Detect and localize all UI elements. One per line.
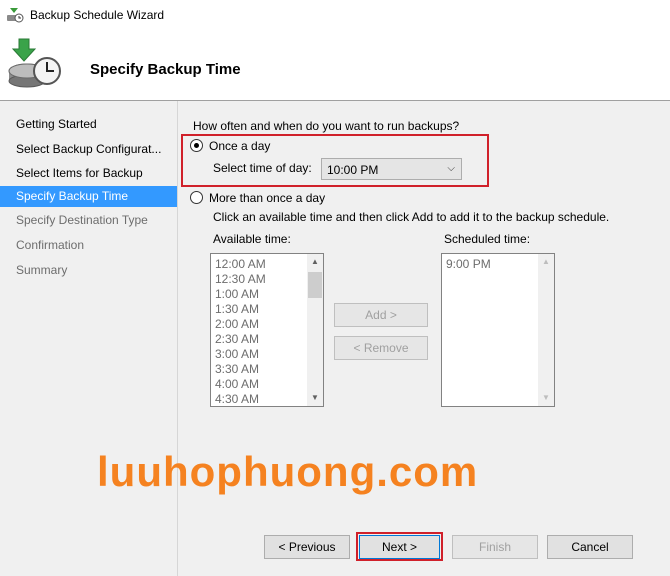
- scheduled-scrollbar: ▲ ▼: [538, 254, 554, 406]
- schedule-instructions: Click an available time and then click A…: [213, 210, 610, 224]
- available-scrollbar[interactable]: ▲ ▼: [307, 254, 323, 406]
- more-than-once-radio[interactable]: [190, 191, 203, 204]
- page-title: Specify Backup Time: [90, 61, 241, 78]
- once-a-day-label[interactable]: Once a day: [209, 139, 270, 153]
- step-specify-destination-type: Specify Destination Type: [16, 213, 148, 227]
- next-button[interactable]: Next >: [359, 535, 440, 559]
- time-of-day-dropdown[interactable]: 10:00 PM ⌵: [321, 158, 462, 180]
- time-of-day-value: 10:00 PM: [327, 163, 379, 177]
- scroll-down-icon: ▼: [542, 393, 550, 402]
- scroll-up-icon[interactable]: ▲: [307, 254, 323, 270]
- wizard-steps-sidebar: Getting Started Select Backup Configurat…: [0, 101, 178, 576]
- list-item[interactable]: 9:00 PM: [446, 257, 491, 271]
- list-item[interactable]: 4:00 AM: [215, 377, 259, 391]
- scheduled-time-label: Scheduled time:: [444, 232, 531, 246]
- list-item[interactable]: 3:30 AM: [215, 362, 259, 376]
- step-select-items-for-backup[interactable]: Select Items for Backup: [0, 163, 177, 184]
- title-bar: Backup Schedule Wizard: [0, 0, 670, 30]
- radio-selected-dot: [194, 143, 199, 148]
- remove-button[interactable]: < Remove: [334, 336, 428, 360]
- step-getting-started[interactable]: Getting Started: [0, 114, 177, 135]
- watermark-text: luuhophuong.com: [97, 448, 479, 495]
- available-time-list[interactable]: 12:00 AM 12:30 AM 1:00 AM 1:30 AM 2:00 A…: [210, 253, 324, 407]
- scroll-down-icon[interactable]: ▼: [307, 390, 323, 406]
- step-specify-backup-time[interactable]: Specify Backup Time: [0, 186, 177, 207]
- scroll-up-icon: ▲: [542, 257, 550, 266]
- step-summary: Summary: [16, 263, 68, 277]
- finish-button[interactable]: Finish: [452, 535, 538, 559]
- frequency-question: How often and when do you want to run ba…: [193, 119, 460, 133]
- list-item[interactable]: 2:00 AM: [215, 317, 259, 331]
- window-title: Backup Schedule Wizard: [30, 8, 165, 22]
- once-a-day-radio[interactable]: [190, 139, 203, 152]
- backup-wizard-icon: [7, 8, 24, 23]
- scheduled-time-list[interactable]: 9:00 PM ▲ ▼: [441, 253, 555, 407]
- scrollbar-thumb[interactable]: [308, 272, 322, 298]
- step-confirmation: Confirmation: [16, 238, 85, 252]
- list-item[interactable]: 3:00 AM: [215, 347, 259, 361]
- available-time-label: Available time:: [213, 232, 291, 246]
- list-item[interactable]: 2:30 AM: [215, 332, 259, 346]
- wizard-content: How often and when do you want to run ba…: [178, 101, 670, 576]
- list-item[interactable]: 1:30 AM: [215, 302, 259, 316]
- wizard-header: Specify Backup Time: [0, 30, 670, 101]
- previous-button[interactable]: < Previous: [264, 535, 350, 559]
- step-select-backup-configuration[interactable]: Select Backup Configurat...: [0, 139, 177, 160]
- list-item[interactable]: 1:00 AM: [215, 287, 259, 301]
- list-item[interactable]: 12:00 AM: [215, 257, 266, 271]
- more-than-once-label[interactable]: More than once a day: [209, 191, 325, 205]
- chevron-down-icon: ⌵: [447, 163, 455, 174]
- time-of-day-label: Select time of day:: [213, 161, 312, 175]
- list-item[interactable]: 4:30 AM: [215, 392, 259, 406]
- cancel-button[interactable]: Cancel: [547, 535, 633, 559]
- list-item[interactable]: 12:30 AM: [215, 272, 266, 286]
- backup-drive-clock-icon: [8, 38, 61, 88]
- add-button[interactable]: Add >: [334, 303, 428, 327]
